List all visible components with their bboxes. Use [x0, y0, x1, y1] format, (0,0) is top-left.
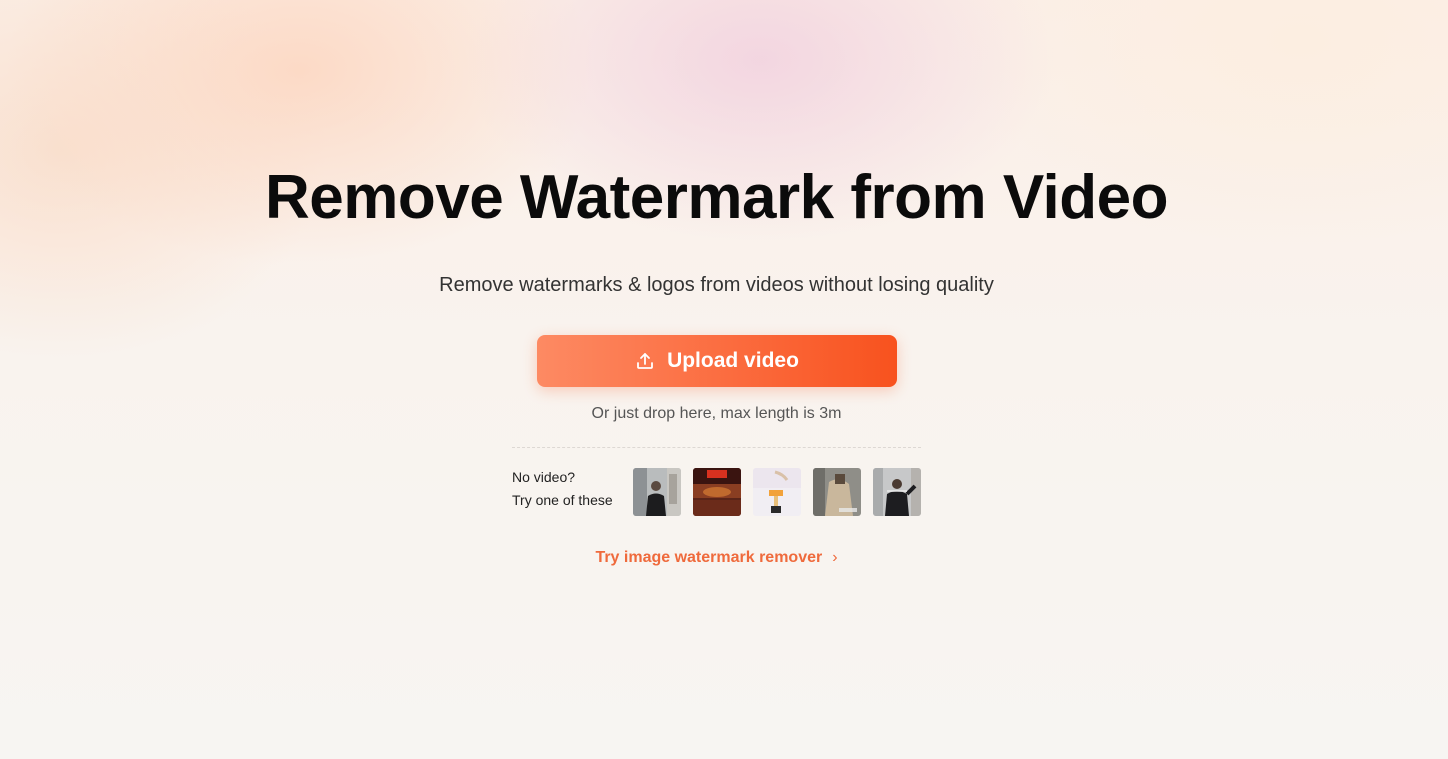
sample-video-thumbnail-4[interactable] — [813, 468, 861, 516]
sample-video-thumbnail-3[interactable] — [753, 468, 801, 516]
page-title: Remove Watermark from Video — [264, 163, 1169, 232]
chevron-right-icon: › — [832, 549, 838, 566]
page-subtitle: Remove watermarks & logos from videos wi… — [439, 274, 994, 296]
upload-icon — [635, 351, 655, 371]
drop-hint: Or just drop here, max length is 3m — [591, 405, 842, 422]
sample-thumbnails — [633, 468, 921, 516]
try-image-watermark-remover-link[interactable]: Try image watermark remover › — [0, 547, 1433, 569]
divider — [512, 447, 921, 448]
sample-video-thumbnail-2[interactable] — [693, 468, 741, 516]
upload-video-label: Upload video — [667, 349, 799, 372]
samples-label: No video? Try one of these — [512, 466, 613, 512]
hero-section: Remove Watermark from Video Remove water… — [0, 0, 1448, 759]
upload-video-button[interactable]: Upload video — [537, 335, 897, 387]
sample-video-thumbnail-5[interactable] — [873, 468, 921, 516]
samples-label-line2: Try one of these — [512, 492, 613, 508]
try-image-watermark-remover-label: Try image watermark remover — [595, 549, 823, 566]
sample-video-thumbnail-1[interactable] — [633, 468, 681, 516]
samples-label-line1: No video? — [512, 469, 576, 485]
